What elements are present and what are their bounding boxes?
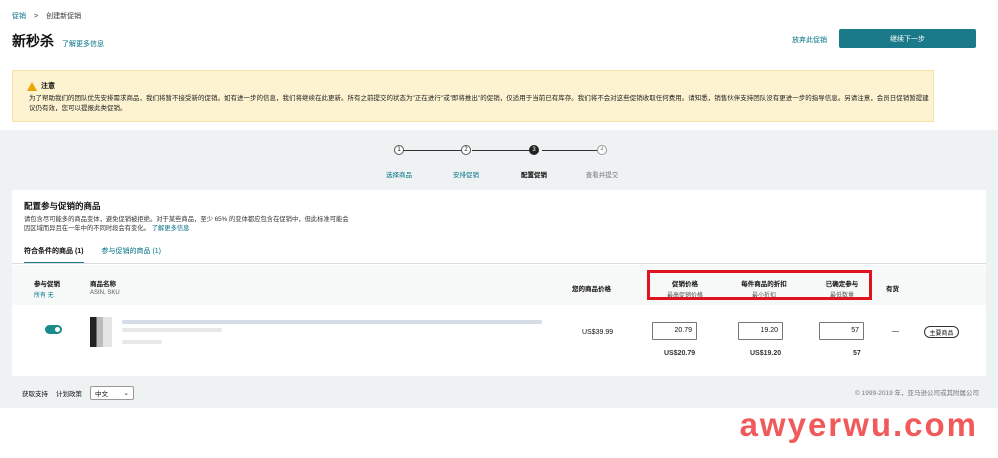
discount-input[interactable]: 19.20 xyxy=(738,322,783,340)
col-name-sub: ASIN, SKU xyxy=(90,290,120,296)
section-title: 配置参与促销的商品 xyxy=(24,201,101,211)
qty-below: 57 xyxy=(853,350,861,357)
tab-eligible-products[interactable]: 符合条件的商品 (1) xyxy=(24,246,84,264)
continue-next-button[interactable]: 继续下一步 xyxy=(839,29,976,48)
product-thumbnail xyxy=(90,317,112,347)
progress-stepper: 1 2 3 4 选择商品 安排促销 配置促销 查看并提交 xyxy=(378,145,628,185)
watermark: awyerwu.com xyxy=(739,406,978,443)
section-description: 请包含尽可能多的商品变体，避免促销被拒绝。对于某些商品，至少 65% 的变体都应… xyxy=(24,215,404,233)
stock-value: — xyxy=(892,328,899,335)
breadcrumb-promotions[interactable]: 促销 xyxy=(12,11,26,21)
notice-body: 为了帮助我们的团队优先安排需求商品，我们将暂不接受新的促销。如有进一步的信息，我… xyxy=(29,95,929,112)
promo-price-below: US$20.79 xyxy=(664,350,696,357)
divider xyxy=(12,263,986,264)
top-header: 促销 > 创建新促销 新秒杀 了解更多信息 放弃此促销 继续下一步 注意 为了帮… xyxy=(0,0,998,130)
promo-price-input[interactable]: 20.79 xyxy=(652,322,697,340)
col-in-stock: 有货 xyxy=(886,286,899,293)
breadcrumb: 促销 > 创建新促销 xyxy=(12,11,81,21)
step-label-select-products[interactable]: 选择商品 xyxy=(386,169,412,179)
select-all-none-links[interactable]: 所有 无 xyxy=(34,290,60,299)
copyright: © 1999-2019 年，亚马逊公司或其附属公司 xyxy=(855,390,979,397)
section-desc-line2: 因区域而异且在一年中的不同时段会有变化。 xyxy=(24,225,150,232)
col-name-label: 商品名称 xyxy=(90,281,116,288)
product-tabs: 符合条件的商品 (1) 参与促销的商品 (1) xyxy=(24,246,161,264)
asin-blurred xyxy=(122,340,162,344)
col-product-name: 商品名称 ASIN, SKU xyxy=(90,278,120,296)
section-desc-line1: 请包含尽可能多的商品变体，避免促销被拒绝。对于某些商品，至少 65% 的变体都应… xyxy=(24,216,349,223)
language-value: 中文 xyxy=(95,391,108,398)
products-panel: 配置参与促销的商品 请包含尽可能多的商品变体，避免促销被拒绝。对于某些商品，至少… xyxy=(12,190,986,376)
your-price-value: US$39.99 xyxy=(582,329,614,336)
step-label-configure: 配置促销 xyxy=(521,172,547,179)
highlight-box xyxy=(647,270,872,300)
step-3-current: 3 xyxy=(529,145,539,155)
page-title: 新秒杀 xyxy=(12,33,54,49)
step-4-pending: 4 xyxy=(597,145,607,155)
warning-icon xyxy=(27,81,37,91)
step-2-check-icon: 2 xyxy=(461,145,471,155)
product-title-blurred xyxy=(122,320,542,324)
section-learn-more-link[interactable]: 了解更多信息 xyxy=(152,225,190,232)
tab-participating-products[interactable]: 参与促销的商品 (1) xyxy=(102,246,162,264)
step-label-review: 查看并提交 xyxy=(585,172,619,179)
col-participate: 参与促销 所有 无 xyxy=(34,278,60,299)
notice-banner: 注意 为了帮助我们的团队优先安排需求商品，我们将暂不接受新的促销。如有进一步的信… xyxy=(12,70,934,122)
footer: 获取支持 计划政策 中文 ⌄ © 1999-2019 年，亚马逊公司或其附属公司 xyxy=(0,380,998,402)
abandon-promotion-link[interactable]: 放弃此促销 xyxy=(792,35,827,45)
col-participate-label: 参与促销 xyxy=(34,281,60,288)
notice-title: 注意 xyxy=(41,83,55,90)
main-product-badge: 主要商品 xyxy=(924,326,959,338)
program-policy-link[interactable]: 计划政策 xyxy=(56,388,82,398)
discount-below: US$19.20 xyxy=(750,350,782,357)
learn-more-link[interactable]: 了解更多信息 xyxy=(62,39,104,49)
qty-input[interactable]: 57 xyxy=(819,322,864,340)
breadcrumb-current: 创建新促销 xyxy=(46,13,82,20)
get-support-link[interactable]: 获取支持 xyxy=(22,388,48,398)
step-1-check-icon: 1 xyxy=(394,145,404,155)
participate-toggle[interactable] xyxy=(45,325,62,334)
step-label-schedule[interactable]: 安排促销 xyxy=(453,169,479,179)
product-title-blurred-2 xyxy=(122,328,222,332)
language-select[interactable]: 中文 ⌄ xyxy=(90,386,134,400)
col-your-price: 您的商品价格 xyxy=(572,286,611,293)
chevron-down-icon: ⌄ xyxy=(123,390,129,397)
chevron-right-icon: > xyxy=(34,12,39,20)
